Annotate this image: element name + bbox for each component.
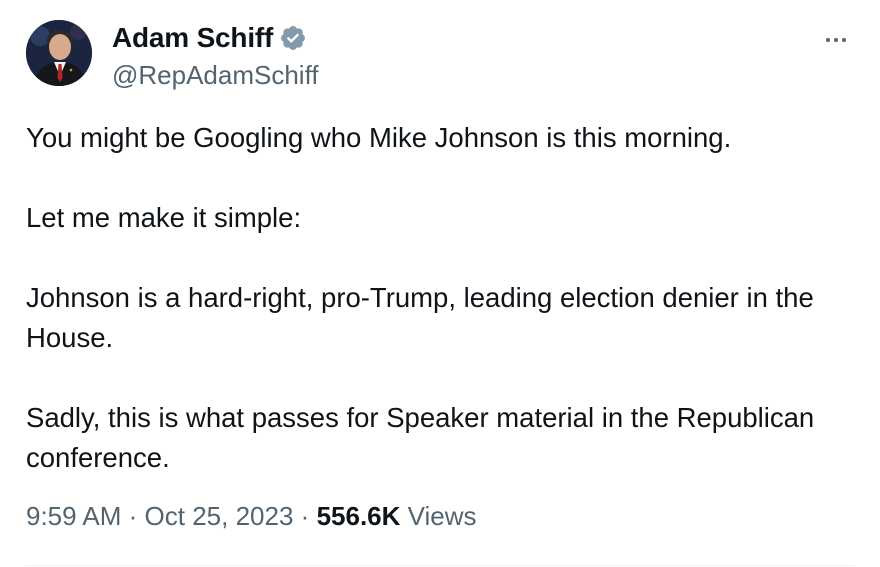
avatar[interactable] (26, 20, 92, 86)
tweet-meta: 9:59 AM · Oct 25, 2023 · 556.6K Views (26, 501, 477, 532)
divider (26, 565, 854, 566)
tweet-card: Adam Schiff @RepAdamSchiff You might be … (0, 0, 880, 567)
more-dot (834, 38, 838, 42)
avatar-photo (26, 20, 92, 86)
tweet-paragraph: Let me make it simple: (26, 202, 302, 233)
tweet-time[interactable]: 9:59 AM (26, 501, 121, 531)
tweet-date[interactable]: Oct 25, 2023 (145, 501, 294, 531)
more-horizontal-icon (826, 38, 830, 42)
more-options-button[interactable] (818, 26, 854, 54)
meta-separator: · (128, 501, 138, 531)
verified-badge-icon[interactable] (279, 24, 307, 52)
tweet-paragraph: Sadly, this is what passes for Speaker m… (26, 402, 815, 473)
tweet-text: You might be Googling who Mike Johnson i… (26, 118, 856, 478)
author-handle[interactable]: @RepAdamSchiff (112, 60, 319, 91)
meta-separator: · (300, 501, 310, 531)
more-dot (842, 38, 846, 42)
views-count[interactable]: 556.6K (317, 501, 401, 531)
tweet-paragraph: You might be Googling who Mike Johnson i… (26, 122, 732, 153)
views-label: Views (407, 501, 477, 531)
author-display-name[interactable]: Adam Schiff (112, 22, 273, 54)
tweet-paragraph: Johnson is a hard-right, pro-Trump, lead… (26, 282, 814, 353)
author-name-row: Adam Schiff (112, 22, 307, 54)
